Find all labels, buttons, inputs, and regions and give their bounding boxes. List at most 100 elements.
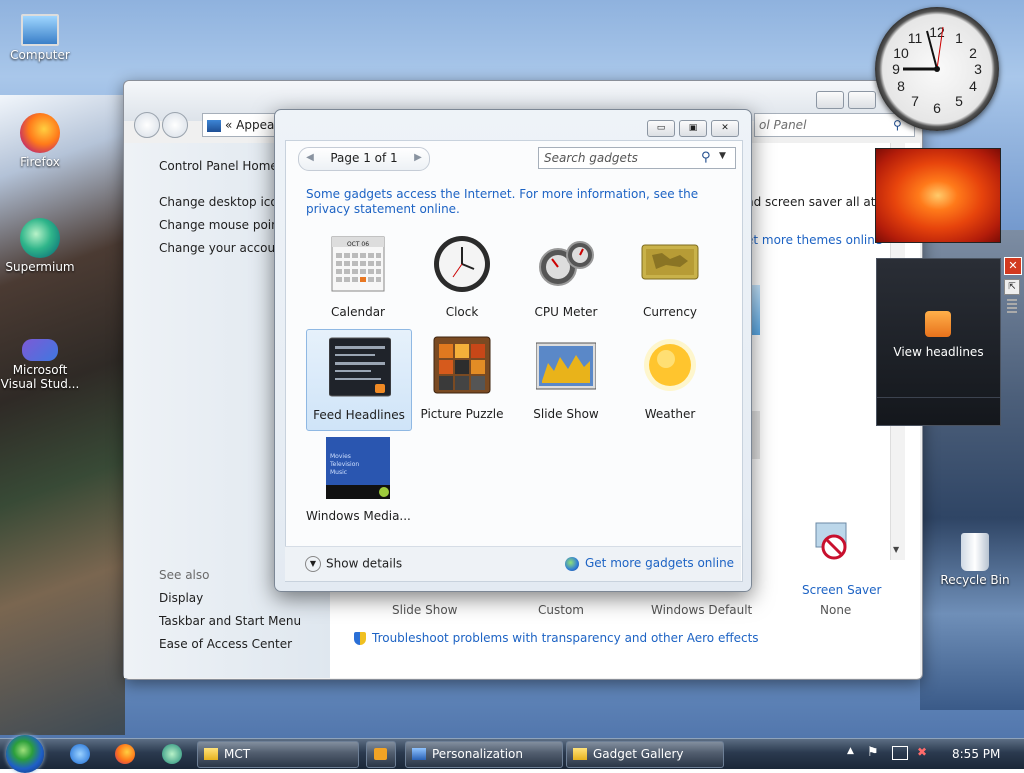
computer-icon: [21, 14, 59, 46]
desktop-icon-label: Microsoft Visual Stud...: [0, 363, 80, 391]
chevron-down-icon[interactable]: ▼: [719, 151, 726, 161]
gadget-label: Clock: [445, 305, 479, 319]
volume-muted-icon[interactable]: ✖: [917, 745, 927, 759]
desktop-icon-recycle-bin[interactable]: Recycle Bin: [935, 533, 1015, 587]
gadget-label: CPU Meter: [534, 305, 598, 319]
supermium-taskbar-icon[interactable]: [162, 744, 182, 764]
control-panel-icon: [412, 748, 426, 760]
gadget-clock[interactable]: Clock: [410, 227, 514, 327]
menu-item-music: Music: [330, 469, 348, 476]
maximize-button[interactable]: [848, 91, 876, 109]
change-desktop-icons-link[interactable]: Change desktop icons: [159, 195, 292, 209]
svg-text:4: 4: [969, 78, 977, 94]
get-more-gadgets-link[interactable]: Get more gadgets online: [565, 556, 734, 571]
control-panel-home-link[interactable]: Control Panel Home: [159, 159, 278, 173]
search-icon[interactable]: ⚲: [701, 150, 711, 165]
taskbar-start-menu-link[interactable]: Taskbar and Start Menu: [159, 614, 301, 628]
drag-handle-icon[interactable]: [1007, 299, 1017, 313]
close-icon[interactable]: ✕: [1004, 257, 1022, 275]
gadget-calendar[interactable]: OCT 06 Calendar: [306, 227, 410, 327]
start-button[interactable]: [6, 735, 44, 773]
sounds-value[interactable]: Windows Default: [651, 603, 752, 617]
desktop-icon-firefox[interactable]: Firefox: [0, 113, 80, 169]
get-more-themes-link[interactable]: et more themes online: [746, 233, 882, 247]
screen-saver-link[interactable]: Screen Saver: [802, 583, 881, 597]
taskbar-button-personalization[interactable]: Personalization: [405, 741, 563, 768]
svg-text:11: 11: [908, 30, 923, 46]
troubleshoot-link[interactable]: Troubleshoot problems with transparency …: [372, 631, 759, 645]
shield-icon: [354, 632, 366, 645]
gadget-gallery-window[interactable]: ▭ ▣ ✕ ◀ Page 1 of 1 ▶ Search gadgets ⚲ ▼…: [274, 109, 752, 592]
view-headlines-label[interactable]: View headlines: [877, 345, 1000, 359]
back-button[interactable]: [134, 112, 160, 138]
page-label: Page 1 of 1: [330, 151, 398, 165]
gadget-currency[interactable]: Currency: [618, 227, 722, 327]
gadget-slide-show[interactable]: Slide Show: [514, 329, 618, 429]
close-icon: ✕: [721, 123, 729, 133]
control-panel-icon: [207, 119, 221, 132]
sidebar-feed-gadget[interactable]: View headlines: [876, 258, 1001, 426]
ease-of-access-link[interactable]: Ease of Access Center: [159, 637, 292, 651]
gadget-cpu-meter[interactable]: CPU Meter: [514, 227, 618, 327]
svg-text:7: 7: [911, 93, 919, 109]
taskbar-button-label: Gadget Gallery: [593, 747, 684, 761]
page-navigator: ◀ Page 1 of 1 ▶: [298, 147, 430, 171]
gadget-label: Slide Show: [533, 407, 599, 421]
recycle-bin-icon: [961, 533, 989, 571]
desktop-icon-supermium[interactable]: Supermium: [0, 218, 80, 274]
gadget-icon: [573, 748, 587, 760]
desktop-icon-computer[interactable]: Computer: [0, 10, 80, 62]
media-player-icon: [374, 748, 387, 760]
svg-text:1: 1: [955, 30, 963, 46]
color-value[interactable]: Custom: [538, 603, 584, 617]
forward-button[interactable]: [162, 112, 188, 138]
next-page-arrow-icon[interactable]: ▶: [411, 151, 425, 165]
calendar-month-label: OCT 06: [346, 241, 370, 248]
gallery-maximize-button[interactable]: ▣: [679, 120, 707, 137]
network-icon[interactable]: [892, 746, 908, 760]
desktop-icon-visual-studio[interactable]: Microsoft Visual Stud...: [0, 335, 80, 391]
currency-icon: [640, 233, 700, 293]
scroll-down-arrow-icon[interactable]: ▼: [893, 545, 899, 554]
screen-saver-value: None: [820, 603, 852, 617]
desktop-background-value[interactable]: Slide Show: [392, 603, 457, 617]
display-link[interactable]: Display: [159, 591, 203, 605]
taskbar-button-mct[interactable]: MCT: [197, 741, 359, 768]
gadget-label: Feed Headlines: [313, 408, 405, 422]
show-details-label: Show details: [326, 556, 403, 571]
feed-headlines-icon: [328, 336, 392, 397]
gadget-picture-puzzle[interactable]: Picture Puzzle: [410, 329, 514, 429]
firefox-icon: [20, 113, 60, 153]
svg-text:2: 2: [969, 45, 977, 61]
breadcrumb-chevron[interactable]: «: [225, 118, 232, 132]
privacy-info-link[interactable]: Some gadgets access the Internet. For mo…: [306, 187, 726, 217]
gadget-windows-media-center[interactable]: Movies Television Music Windows Media...: [306, 431, 411, 531]
sidebar-slideshow-gadget[interactable]: [875, 148, 1001, 243]
gallery-minimize-button[interactable]: ▭: [647, 120, 675, 137]
taskbar-button-gadget-gallery[interactable]: Gadget Gallery: [566, 741, 724, 768]
breadcrumb-text: Appea: [236, 118, 275, 132]
folder-icon: [204, 748, 218, 760]
options-icon[interactable]: ⇱: [1004, 279, 1020, 295]
show-hidden-icons-icon[interactable]: ▲: [847, 746, 854, 756]
sidebar-clock-gadget[interactable]: 12 1 2 3 4567 8 9 10 11: [875, 7, 999, 131]
show-details-toggle[interactable]: ▼ Show details: [305, 556, 402, 572]
gadget-search-input[interactable]: Search gadgets ⚲ ▼: [538, 147, 736, 169]
clock-time[interactable]: 8:55 PM: [952, 747, 1000, 761]
gadget-label: Weather: [644, 407, 696, 421]
svg-text:8: 8: [897, 78, 905, 94]
screen-saver-icon[interactable]: [812, 521, 852, 561]
gadget-weather[interactable]: Weather: [618, 329, 722, 429]
action-center-flag-icon[interactable]: ⚑: [867, 745, 879, 760]
gadget-side-controls: ✕ ⇱: [1004, 257, 1022, 317]
taskbar: MCT Personalization Gadget Gallery ▲ ⚑ ✖…: [0, 735, 1024, 773]
get-more-gadgets-label: Get more gadgets online: [585, 556, 735, 570]
minimize-button[interactable]: [816, 91, 844, 109]
taskbar-button-media[interactable]: [366, 741, 396, 768]
ie-icon[interactable]: [70, 744, 90, 764]
gadget-feed-headlines[interactable]: Feed Headlines: [306, 329, 412, 431]
gallery-close-button[interactable]: ✕: [711, 120, 739, 137]
troubleshoot-row[interactable]: Troubleshoot problems with transparency …: [354, 631, 759, 645]
calendar-icon: OCT 06: [328, 233, 388, 293]
firefox-taskbar-icon[interactable]: [115, 744, 135, 764]
